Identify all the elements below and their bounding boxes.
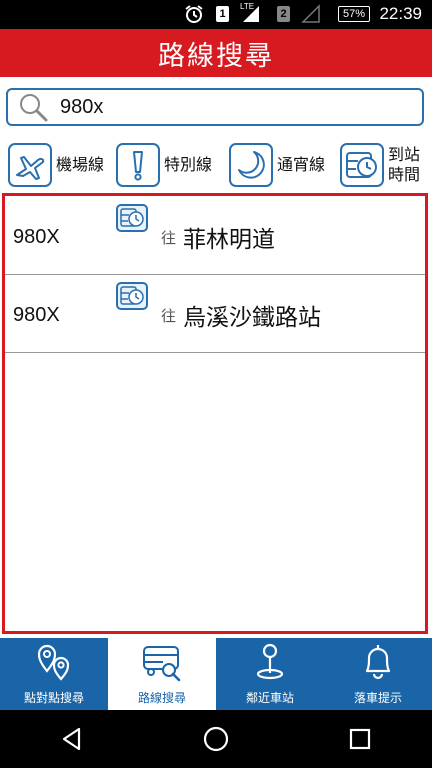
tab-route-search[interactable]: 路線搜尋 xyxy=(108,638,216,710)
destination: 菲林明道 xyxy=(183,227,275,253)
search-icon xyxy=(20,94,48,122)
plane-icon xyxy=(8,143,52,187)
sim1-indicator: 1 xyxy=(216,6,229,22)
sim2-indicator: 2 xyxy=(277,6,290,22)
recents-icon xyxy=(349,728,371,750)
bus-search-icon xyxy=(143,646,181,682)
system-nav-bar xyxy=(0,710,432,768)
map-pins-icon xyxy=(37,644,70,681)
route-number: 980X xyxy=(13,226,60,248)
tab-nearby-stops[interactable]: 鄰近車站 xyxy=(216,638,324,710)
signal-empty-icon xyxy=(301,4,320,23)
page-title: 路線搜尋 xyxy=(0,29,432,77)
tab-label: 點對點搜尋 xyxy=(23,691,84,705)
location-pin-icon xyxy=(256,643,284,680)
search-input[interactable]: 980x xyxy=(6,88,424,126)
signal-icon xyxy=(243,6,259,22)
bus-clock-icon xyxy=(340,143,384,187)
back-button[interactable] xyxy=(40,719,104,759)
clock: 22:39 xyxy=(379,4,422,23)
bus-clock-icon[interactable] xyxy=(116,282,148,310)
direction-label: 往 xyxy=(161,229,177,247)
destination: 烏溪沙鐵路站 xyxy=(183,305,321,331)
bottom-nav: 點對點搜尋 路線搜尋 鄰近車站 落車提示 xyxy=(0,638,432,710)
moon-icon xyxy=(229,143,273,187)
tab-alight-reminder[interactable]: 落車提示 xyxy=(324,638,432,710)
filter-label-line: 時間 xyxy=(388,165,421,184)
filter-label: 機場線 xyxy=(56,155,105,174)
bell-icon xyxy=(365,645,391,680)
bus-clock-icon[interactable] xyxy=(116,204,148,232)
filter-special[interactable]: 特別線 xyxy=(116,140,212,190)
filter-airport[interactable]: 機場線 xyxy=(8,140,104,190)
battery-indicator: 57% xyxy=(338,6,370,22)
filter-overnight[interactable]: 通宵線 xyxy=(229,140,325,190)
exclamation-icon xyxy=(116,143,160,187)
filter-label: 特別線 xyxy=(164,155,213,174)
alarm-icon xyxy=(185,5,203,23)
search-value: 980x xyxy=(60,95,104,118)
tab-label: 路線搜尋 xyxy=(137,691,186,705)
route-number: 980X xyxy=(13,304,60,326)
direction-label: 往 xyxy=(161,307,177,325)
results-list: 980X 往 菲林明道 980X 往 烏溪沙鐵路站 xyxy=(2,193,428,634)
filter-bar: 機場線 特別線 通宵線 到站 時間 xyxy=(0,140,432,190)
list-item[interactable]: 980X 往 烏溪沙鐵路站 xyxy=(5,274,425,353)
home-button[interactable] xyxy=(184,719,248,759)
tab-point-to-point[interactable]: 點對點搜尋 xyxy=(0,638,108,710)
home-icon xyxy=(203,726,229,752)
tab-label: 鄰近車站 xyxy=(245,691,294,705)
recents-button[interactable] xyxy=(328,719,392,759)
filter-label: 到站 時間 xyxy=(388,145,420,185)
list-item[interactable]: 980X 往 菲林明道 xyxy=(5,196,425,275)
back-icon xyxy=(62,727,81,751)
filter-label: 通宵線 xyxy=(277,155,326,174)
filter-arrival-time[interactable]: 到站 時間 xyxy=(340,140,420,190)
status-bar: 1 LTE 2 57% 22:39 xyxy=(0,0,432,29)
tab-label: 落車提示 xyxy=(353,691,402,705)
filter-label-line: 到站 xyxy=(388,145,421,164)
